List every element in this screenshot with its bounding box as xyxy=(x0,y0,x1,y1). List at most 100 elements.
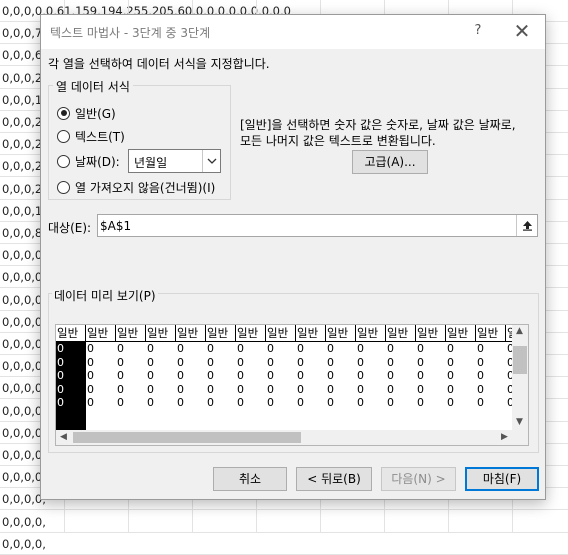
preview-column-header[interactable]: 일반 xyxy=(116,325,146,342)
scroll-down-icon[interactable]: ▼ xyxy=(516,417,523,427)
preview-cell: 0 xyxy=(297,342,304,355)
preview-cell: 0 xyxy=(447,382,454,396)
vertical-scrollbar[interactable]: ▲ ▼ xyxy=(512,325,528,432)
preview-cell: 0 xyxy=(237,355,244,369)
preview-cell: 0 xyxy=(387,382,394,396)
scroll-left-icon[interactable]: ◀ xyxy=(60,432,67,442)
preview-cell: 0 xyxy=(117,355,124,369)
preview-cell: 0 xyxy=(417,355,424,369)
preview-cell: 0 xyxy=(447,369,454,382)
preview-column-header[interactable]: 일반 xyxy=(476,325,506,342)
horizontal-scroll-thumb[interactable] xyxy=(73,432,301,443)
preview-column[interactable]: 일반00000 xyxy=(56,325,86,432)
preview-grid[interactable]: 일반 0 0 0 0 0 일반 0 0 0 0 0 일반 0 0 0 0 0 일반 0 0 0 0 0 일반 0 0 0 0 0 일반 0 0 0… xyxy=(56,325,514,432)
preview-column[interactable]: 일반00000 xyxy=(476,325,506,432)
back-button[interactable]: < 뒤로(B) xyxy=(296,467,372,491)
preview-cell: 0 xyxy=(327,396,334,409)
preview-cell: 0 xyxy=(267,342,274,355)
preview-cell: 0 xyxy=(387,342,394,355)
help-button[interactable]: ? xyxy=(468,23,488,41)
preview-column[interactable]: 일반00000 xyxy=(206,325,236,432)
finish-button[interactable]: 마침(F) xyxy=(465,467,539,491)
radio-skip-indicator[interactable] xyxy=(57,180,70,194)
preview-column[interactable]: 일반00000 xyxy=(146,325,176,432)
preview-cell: 0 xyxy=(447,396,454,409)
preview-column[interactable]: 일반00000 xyxy=(296,325,326,432)
preview-cell: 0 xyxy=(237,369,244,382)
radio-general-indicator[interactable] xyxy=(57,106,70,120)
preview-cell: 0 xyxy=(207,355,214,369)
preview-column[interactable]: 일반00000 xyxy=(356,325,386,432)
preview-cell: 0 xyxy=(147,396,154,409)
preview-column[interactable]: 일반00000 xyxy=(176,325,206,432)
close-icon[interactable]: ✕ xyxy=(511,19,533,43)
radio-text[interactable]: 텍스트(T) xyxy=(57,127,125,145)
preview-cell: 0 xyxy=(477,369,484,382)
description-line: [일반]을 선택하면 숫자 값은 숫자로, 날짜 값은 날짜로, xyxy=(240,118,516,132)
preview-cell: 0 xyxy=(117,369,124,382)
preview-cell: 0 xyxy=(297,355,304,369)
preview-column-header[interactable]: 일반 xyxy=(446,325,476,342)
radio-skip[interactable]: 열 가져오지 않음(건너뜀)(I) xyxy=(57,178,215,196)
preview-column[interactable]: 일반00000 xyxy=(386,325,416,432)
preview-column[interactable]: 일반00000 xyxy=(116,325,146,432)
preview-cell: 0 xyxy=(387,369,394,382)
radio-general-label: 일반(G) xyxy=(75,106,116,121)
preview-cell: 0 xyxy=(357,342,364,355)
preview-cell: 0 xyxy=(477,396,484,409)
preview-cell: 0 xyxy=(207,342,214,355)
preview-column[interactable]: 일반00000 xyxy=(236,325,266,432)
date-format-value: 년월일 xyxy=(134,156,168,170)
preview-cell: 0 xyxy=(417,396,424,409)
horizontal-scrollbar[interactable]: ◀ ▶ xyxy=(56,430,514,445)
preview-column[interactable]: 일반00000 xyxy=(266,325,296,432)
advanced-button[interactable]: 고급(A)... xyxy=(352,150,428,174)
preview-cell: 0 xyxy=(57,369,64,382)
scroll-corner xyxy=(512,430,528,445)
radio-text-label: 텍스트(T) xyxy=(75,129,125,144)
radio-text-indicator[interactable] xyxy=(57,129,70,143)
title-bar[interactable]: 텍스트 마법사 - 3단계 중 3단계 ? ✕ xyxy=(41,15,545,49)
radio-date-indicator[interactable] xyxy=(57,154,70,168)
preview-column-header[interactable]: 일반 xyxy=(236,325,266,342)
preview-cell: 0 xyxy=(87,382,94,396)
date-format-select[interactable]: 년월일 xyxy=(128,149,221,173)
radio-skip-label: 열 가져오지 않음(건너뜀)(I) xyxy=(75,180,216,195)
preview-cell: 0 xyxy=(387,396,394,409)
instruction-text: 각 열을 선택하여 데이터 서식을 지정합니다. xyxy=(48,57,270,71)
preview-column-header[interactable]: 일반 xyxy=(386,325,416,342)
collapse-dialog-icon[interactable] xyxy=(516,215,537,236)
preview-column[interactable]: 일반00000 xyxy=(446,325,476,432)
preview-column-header[interactable]: 일반 xyxy=(206,325,236,342)
destination-value: $A$1 xyxy=(100,219,132,233)
preview-cell: 0 xyxy=(417,382,424,396)
preview-column-header[interactable]: 일반 xyxy=(146,325,176,342)
sheet-row: 0,0,0,0, xyxy=(0,533,568,555)
preview-column[interactable]: 일반00000 xyxy=(326,325,356,432)
destination-input[interactable]: $A$1 xyxy=(97,214,538,237)
preview-column-header[interactable]: 일반 xyxy=(356,325,386,342)
radio-date[interactable]: 날짜(D): xyxy=(57,152,120,170)
preview-column-header[interactable]: 일반 xyxy=(86,325,116,342)
preview-cell: 0 xyxy=(417,369,424,382)
cancel-button[interactable]: 취소 xyxy=(213,467,287,491)
scroll-right-icon[interactable]: ▶ xyxy=(501,432,508,442)
preview-column-header[interactable]: 일반 xyxy=(176,325,206,342)
preview-column[interactable]: 일반00000 xyxy=(86,325,116,432)
vertical-scroll-thumb[interactable] xyxy=(513,346,527,374)
preview-cell: 0 xyxy=(117,396,124,409)
preview-column-header[interactable]: 일반 xyxy=(416,325,446,342)
scroll-up-icon[interactable]: ▲ xyxy=(516,326,523,336)
preview-cell: 0 xyxy=(477,382,484,396)
next-button[interactable]: 다음(N) > xyxy=(381,467,456,491)
preview-column-header[interactable]: 일반 xyxy=(326,325,356,342)
description-line: 모든 나머지 값은 텍스트로 변환됩니다. xyxy=(240,134,436,148)
preview-column[interactable]: 일반00000 xyxy=(416,325,446,432)
preview-column-header[interactable]: 일반 xyxy=(266,325,296,342)
radio-general[interactable]: 일반(G) xyxy=(57,104,116,122)
chevron-down-icon[interactable] xyxy=(202,150,220,172)
data-preview[interactable]: 일반 0 0 0 0 0 일반 0 0 0 0 0 일반 0 0 0 0 0 일반 0 0 0 0 0 일반 0 0 0 0 0 일반 0 0 0… xyxy=(55,324,529,446)
preview-cell: 0 xyxy=(387,355,394,369)
preview-column-header[interactable]: 일반 xyxy=(296,325,326,342)
preview-column-header[interactable]: 일반 xyxy=(56,325,86,342)
